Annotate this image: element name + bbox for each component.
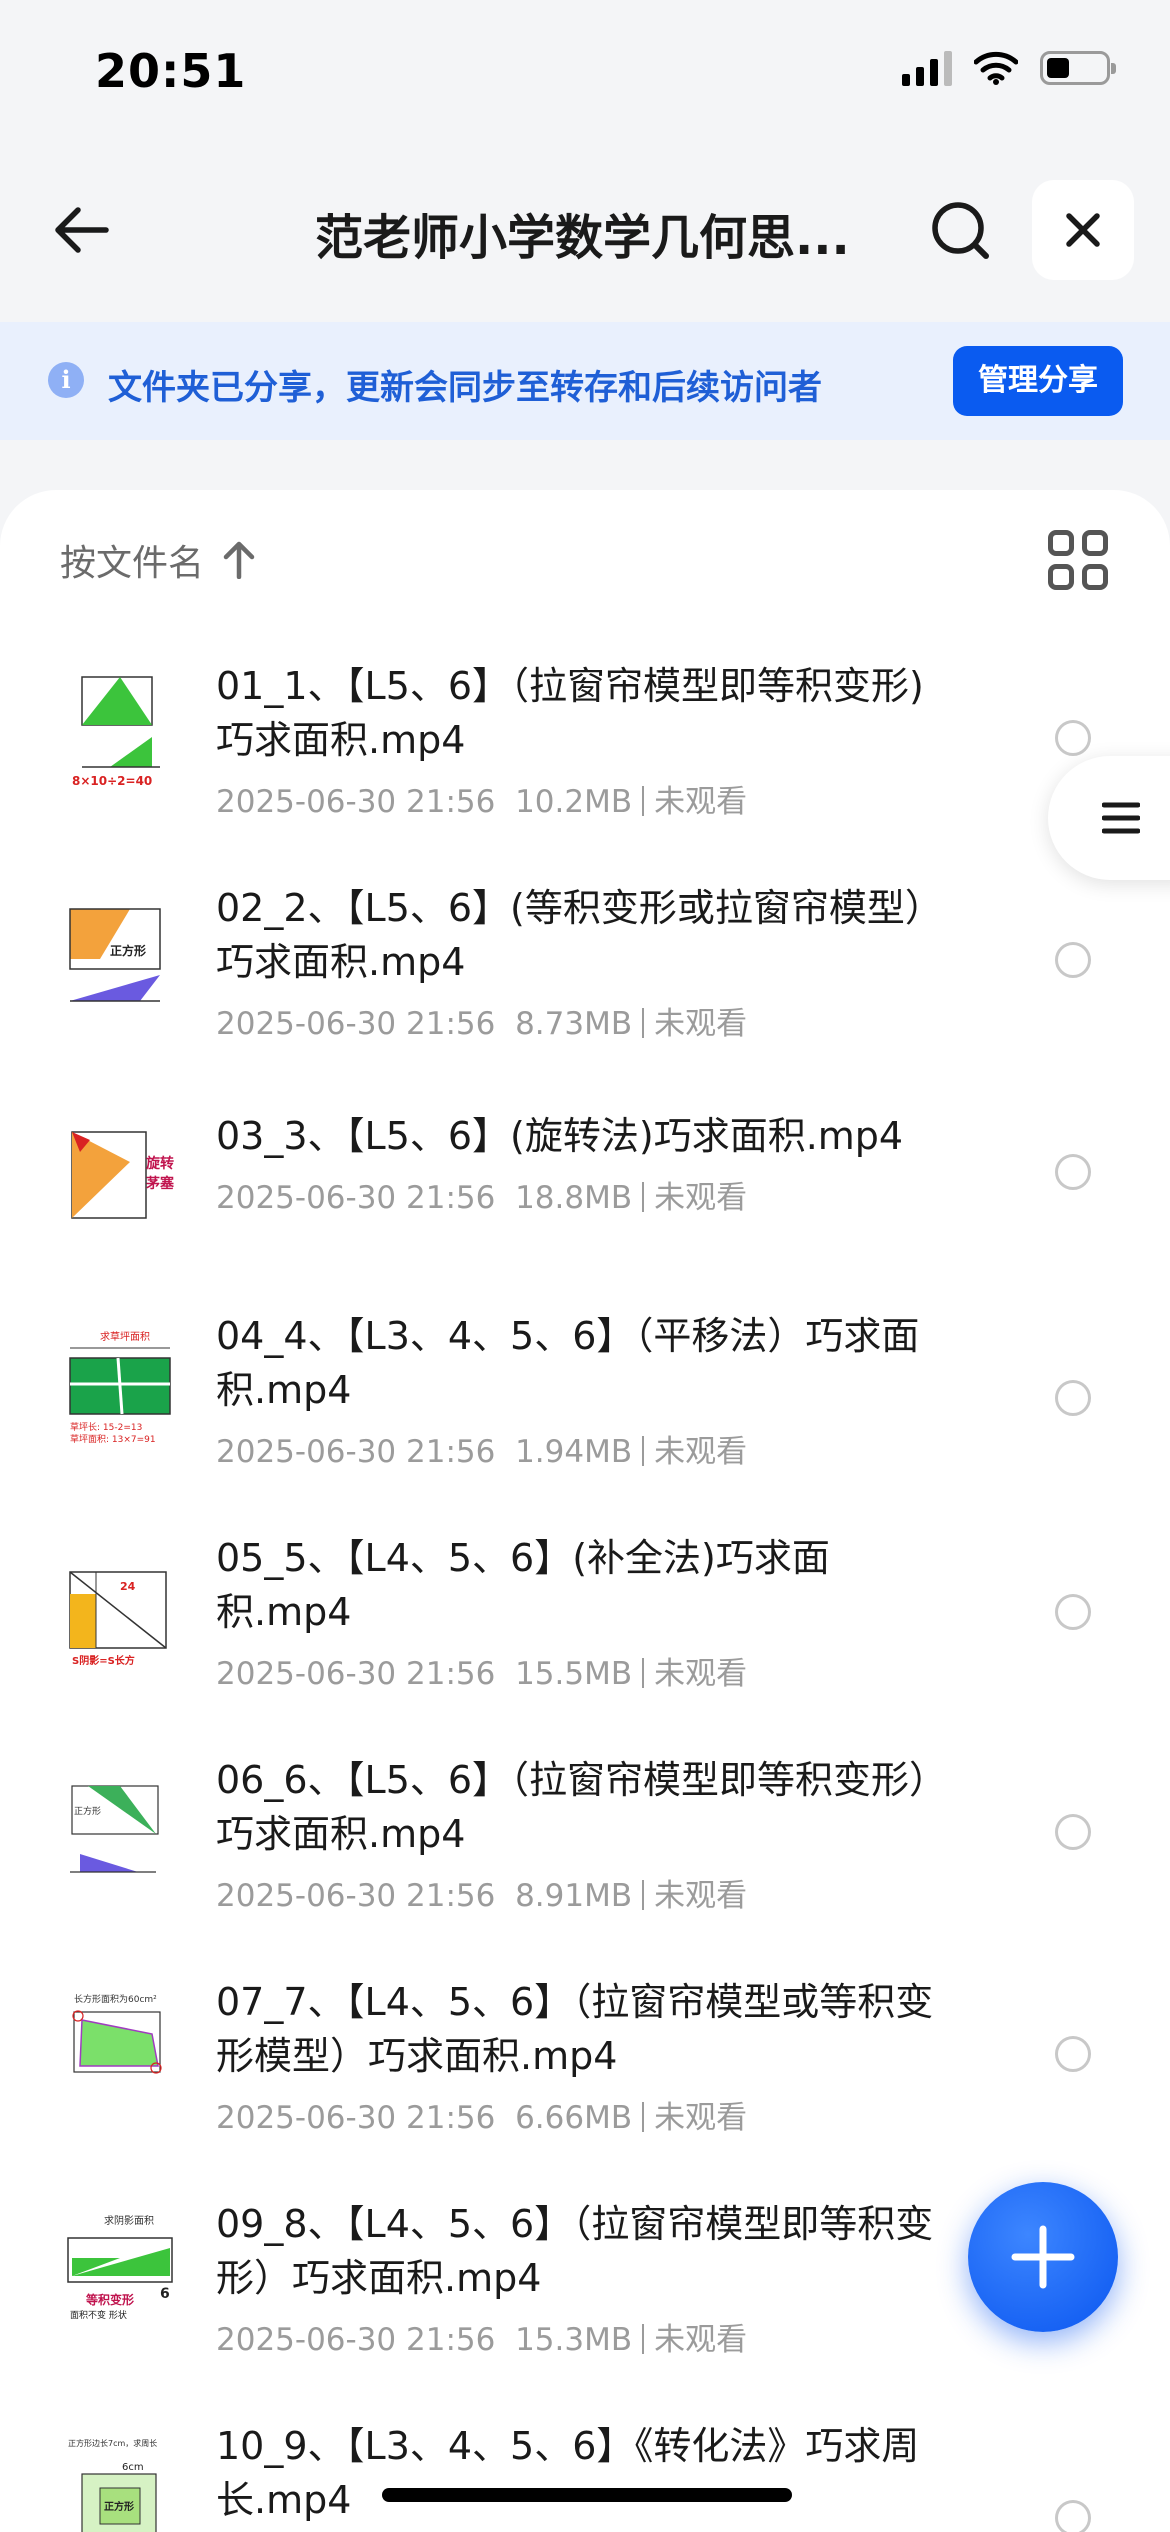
file-name: 02_2、【L5、6】(等积变形或拉窗帘模型）巧求面积.mp4 (216, 886, 943, 984)
status-time: 20:51 (95, 44, 247, 98)
page-title: 范老师小学数学几何思... (315, 210, 850, 266)
header: 范老师小学数学几何思... (0, 160, 1170, 300)
wifi-icon (974, 51, 1018, 85)
video-thumbnail: 长方形面积为60cm² (60, 1986, 178, 2114)
file-name: 07_7、【L4、5、6】（拉窗帘模型或等积变形模型）巧求面积.mp4 (216, 1980, 934, 2078)
svg-text:等积变形: 等积变形 (85, 2292, 134, 2307)
video-thumbnail: 正方形边长7cm，求周长 正方形 6cm 7cm (60, 2434, 178, 2532)
plus-icon (1011, 2225, 1075, 2289)
video-thumbnail: 求阴影面积 6 等积变形 面积不变 形状 (60, 2208, 178, 2336)
list-item[interactable]: 正方形 02_2、【L5、6】(等积变形或拉窗帘模型）巧求面积.mp4 2025… (0, 852, 1170, 1074)
add-button[interactable] (968, 2182, 1118, 2332)
grid-view-icon[interactable] (1048, 530, 1108, 590)
svg-text:求草坪面积: 求草坪面积 (100, 1330, 150, 1343)
close-button[interactable] (1032, 180, 1134, 280)
svg-text:草坪面积: 13×7=91: 草坪面积: 13×7=91 (70, 1433, 156, 1445)
video-thumbnail: 正方形 (60, 1764, 178, 1892)
sort-label: 按文件名 (60, 543, 205, 584)
video-thumbnail: 8×10÷2=40 (60, 667, 178, 795)
svg-text:正方形: 正方形 (104, 2500, 134, 2513)
side-menu-tab[interactable] (1048, 756, 1170, 880)
list-item[interactable]: 8×10÷2=40 01_1、【L5、6】（拉窗帘模型即等积变形)巧求面积.mp… (0, 630, 1170, 852)
share-notice-banner: i 文件夹已分享，更新会同步至转存和后续访问者 管理分享 (0, 322, 1170, 440)
search-icon (932, 202, 989, 259)
file-meta: 2025-06-30 21:56 18.8MB 未观看 (216, 1180, 748, 1216)
list-item[interactable]: 正方形边长7cm，求周长 正方形 6cm 7cm 10_9、【L3、4、5、6】… (0, 2390, 1170, 2532)
svg-text:正方形: 正方形 (110, 943, 146, 958)
menu-icon (1102, 802, 1140, 834)
sort-control[interactable]: 按文件名 (60, 534, 256, 586)
file-name: 10_9、【L3、4、5、6】《转化法》巧求周长.mp4 (216, 2424, 920, 2522)
file-name: 01_1、【L5、6】（拉窗帘模型即等积变形)巧求面积.mp4 (216, 664, 924, 762)
video-thumbnail: 旋转 茅塞 (60, 1112, 178, 1240)
svg-text:6cm: 6cm (122, 2462, 144, 2473)
list-item[interactable]: 旋转 茅塞 03_3、【L5、6】(旋转法)巧求面积.mp4 2025-06-3… (0, 1074, 1170, 1280)
file-meta: 2025-06-30 21:56 15.3MB 未观看 (216, 2322, 748, 2358)
arrow-up-icon (223, 541, 255, 579)
battery-icon (1040, 51, 1116, 85)
select-radio[interactable] (1055, 2500, 1091, 2532)
home-indicator[interactable] (382, 2488, 792, 2502)
search-button[interactable] (920, 190, 1000, 270)
video-thumbnail: 求草坪面积 草坪长: 15-2=13 草坪面积: 13×7=91 (60, 1326, 178, 1454)
select-radio[interactable] (1055, 942, 1091, 978)
select-radio[interactable] (1055, 1814, 1091, 1850)
back-button[interactable] (40, 190, 120, 270)
file-meta: 2025-06-30 21:56 15.5MB 未观看 (216, 1656, 748, 1692)
cellular-signal-icon (902, 50, 952, 86)
video-thumbnail: 正方形 (60, 889, 178, 1017)
file-name: 03_3、【L5、6】(旋转法)巧求面积.mp4 (216, 1114, 904, 1158)
close-icon (1066, 213, 1100, 247)
select-radio[interactable] (1055, 1380, 1091, 1416)
svg-text:24: 24 (120, 1580, 136, 1593)
select-radio[interactable] (1055, 720, 1091, 756)
share-notice-text: 文件夹已分享，更新会同步至转存和后续访问者 (108, 368, 822, 408)
file-meta: 2025-06-30 21:56 10.2MB 未观看 (216, 784, 748, 820)
svg-text:面积不变 形状: 面积不变 形状 (70, 2309, 127, 2321)
list-item[interactable]: 正方形 06_6、【L5、6】（拉窗帘模型即等积变形）巧求面积.mp4 2025… (0, 1724, 1170, 1946)
svg-text:6: 6 (160, 2286, 170, 2302)
manage-share-button[interactable]: 管理分享 (953, 346, 1123, 416)
svg-text:求阴影面积: 求阴影面积 (104, 2215, 154, 2227)
svg-text:S阴影=S长方: S阴影=S长方 (72, 1654, 135, 1667)
file-name: 04_4、【L3、4、5、6】（平移法）巧求面积.mp4 (216, 1314, 920, 1412)
list-item[interactable]: 24 S阴影=S长方 05_5、【L4、5、6】(补全法)巧求面积.mp4 20… (0, 1502, 1170, 1724)
svg-text:旋转: 旋转 (145, 1155, 174, 1172)
file-meta: 2025-06-30 21:56 6.66MB 未观看 (216, 2100, 748, 2136)
svg-text:8×10÷2=40: 8×10÷2=40 (72, 774, 152, 788)
select-radio[interactable] (1055, 1154, 1091, 1190)
file-meta: 2025-06-30 21:56 8.73MB 未观看 (216, 1006, 748, 1042)
status-icons (902, 50, 1116, 86)
arrow-left-icon (55, 207, 109, 253)
svg-text:茅塞: 茅塞 (146, 1175, 175, 1192)
svg-text:正方形: 正方形 (74, 1805, 101, 1817)
list-item[interactable]: 长方形面积为60cm² 07_7、【L4、5、6】（拉窗帘模型或等积变形模型）巧… (0, 1946, 1170, 2168)
file-name: 06_6、【L5、6】（拉窗帘模型即等积变形）巧求面积.mp4 (216, 1758, 948, 1856)
status-bar: 20:51 (0, 0, 1170, 150)
select-radio[interactable] (1055, 1594, 1091, 1630)
svg-text:正方形边长7cm，求周长: 正方形边长7cm，求周长 (68, 2438, 157, 2448)
file-meta: 2025-06-30 21:56 1.94MB 未观看 (216, 1434, 748, 1470)
file-meta: 2025-06-30 21:56 8.91MB 未观看 (216, 1878, 748, 1914)
select-radio[interactable] (1055, 2036, 1091, 2072)
file-name: 05_5、【L4、5、6】(补全法)巧求面积.mp4 (216, 1536, 830, 1634)
file-name: 09_8、【L4、5、6】（拉窗帘模型即等积变形）巧求面积.mp4 (216, 2202, 934, 2300)
list-item[interactable]: 求草坪面积 草坪长: 15-2=13 草坪面积: 13×7=91 04_4、【L… (0, 1280, 1170, 1502)
info-icon: i (48, 362, 84, 398)
video-thumbnail: 24 S阴影=S长方 (60, 1546, 178, 1674)
svg-text:草坪长: 15-2=13: 草坪长: 15-2=13 (70, 1421, 142, 1433)
svg-text:长方形面积为60cm²: 长方形面积为60cm² (74, 1993, 157, 2005)
